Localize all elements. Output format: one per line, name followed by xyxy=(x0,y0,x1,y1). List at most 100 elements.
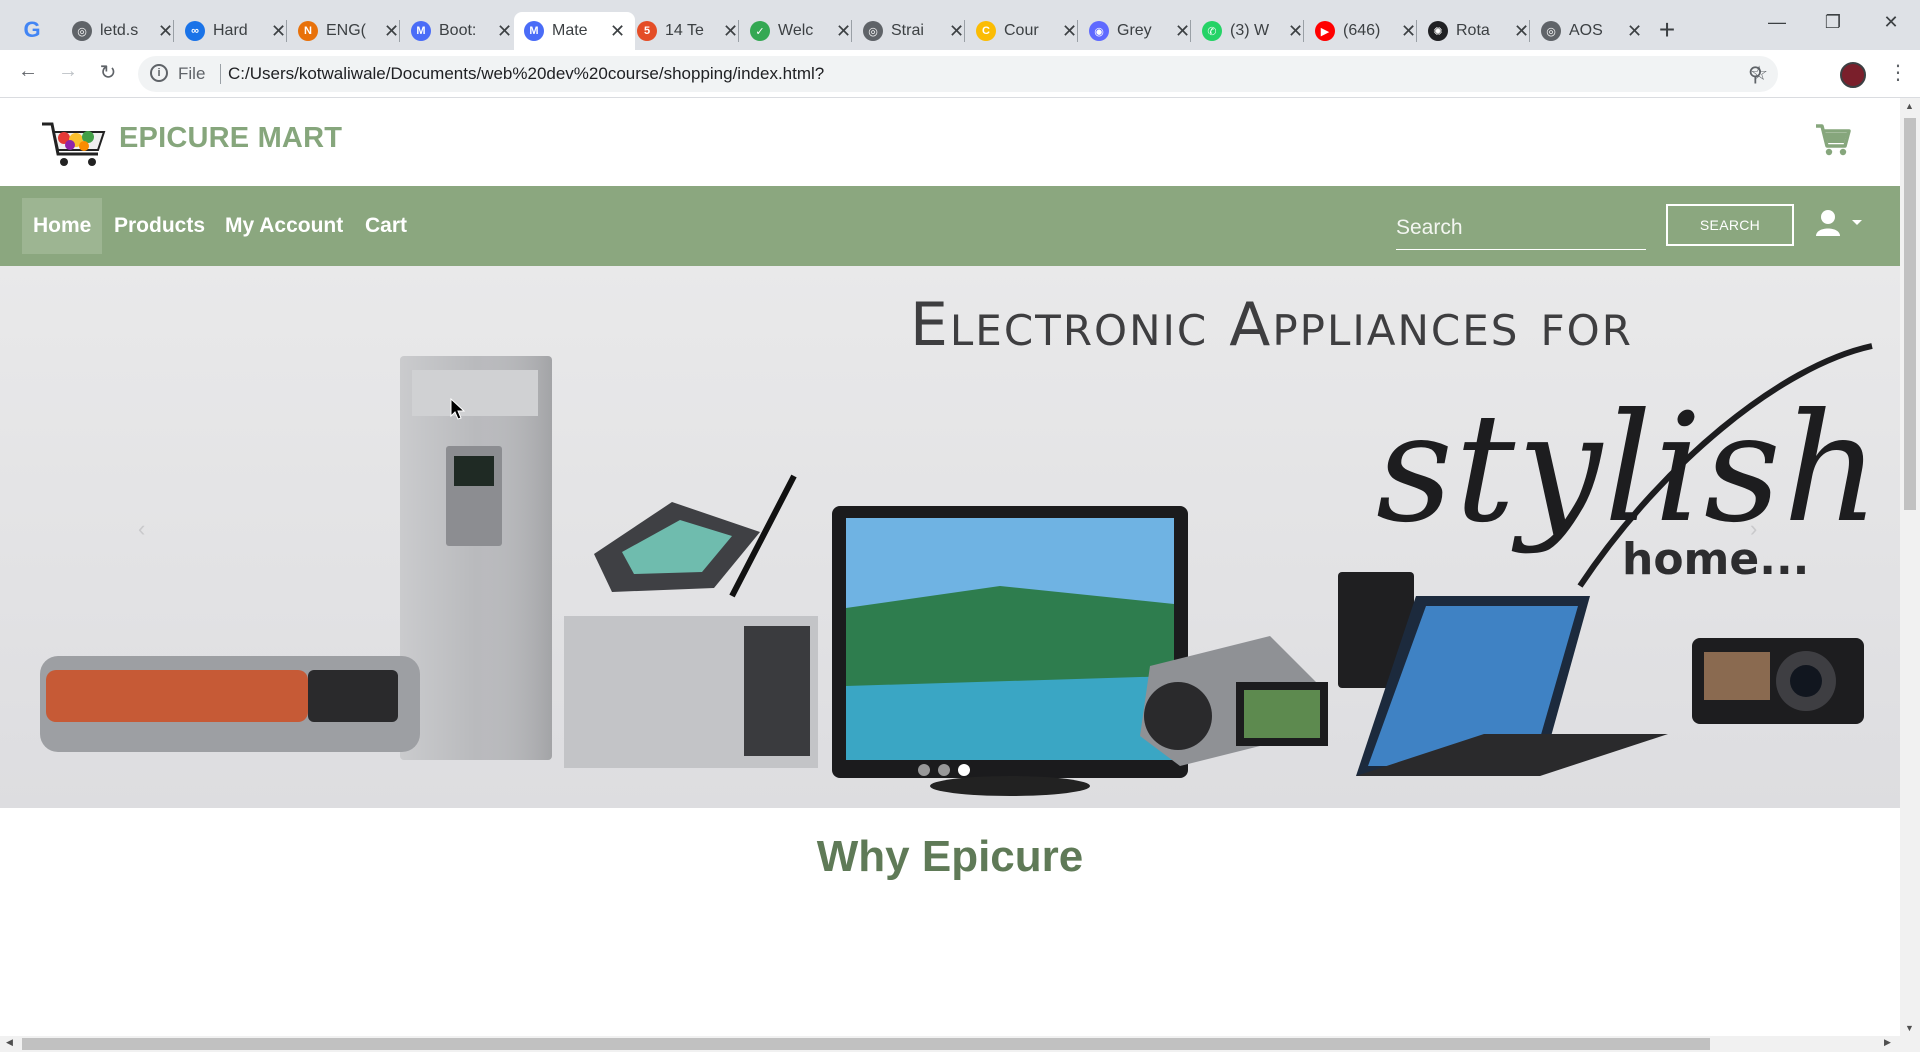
tab-close-icon[interactable]: ✕ xyxy=(1175,21,1190,42)
tab-favicon-icon: ✆ xyxy=(1202,21,1222,41)
new-tab-button[interactable]: + xyxy=(1650,14,1684,48)
epicure-mart-logo[interactable] xyxy=(40,118,110,168)
bookmark-star-icon[interactable]: ☆ xyxy=(1750,61,1768,86)
browser-tab[interactable]: M Mate ✕ xyxy=(514,12,636,50)
url-text[interactable]: C:/Users/kotwaliwale/Documents/web%20dev… xyxy=(228,64,824,84)
tab-favicon-icon: ◎ xyxy=(1541,21,1561,41)
tab-close-icon[interactable]: ✕ xyxy=(836,21,851,42)
restore-icon[interactable]: ❐ xyxy=(1818,12,1848,33)
tab-title: Grey xyxy=(1117,22,1152,39)
browser-tab[interactable]: ◎ AOS ✕ xyxy=(1531,12,1652,50)
tab-favicon-icon: ▶ xyxy=(1315,21,1335,41)
browser-tab[interactable]: ◎ letd.s ✕ xyxy=(62,12,183,50)
tab-title: ENG( xyxy=(326,22,366,39)
tab-close-icon[interactable]: ✕ xyxy=(384,21,399,42)
tab-separator xyxy=(399,20,400,42)
hero-headline: Electronic Appliances for xyxy=(910,290,1633,360)
tab-favicon-icon: ◎ xyxy=(72,21,92,41)
carousel-indicators xyxy=(918,764,970,776)
browser-tab[interactable]: ◉ Grey ✕ xyxy=(1079,12,1200,50)
back-icon[interactable]: ← xyxy=(14,60,42,83)
carousel-prev-icon[interactable]: ‹ xyxy=(138,516,145,542)
search-field xyxy=(1396,206,1646,250)
forward-icon[interactable]: → xyxy=(54,60,82,83)
tab-close-icon[interactable]: ✕ xyxy=(1288,21,1303,42)
tab-close-icon[interactable]: ✕ xyxy=(1062,21,1077,42)
mouse-cursor-icon xyxy=(450,398,466,420)
carousel-next-icon[interactable]: › xyxy=(1750,516,1757,542)
carousel-indicator[interactable] xyxy=(918,764,930,776)
tab-close-icon[interactable]: ✕ xyxy=(271,21,286,42)
vertical-scrollbar[interactable]: ▲ ▼ xyxy=(1900,98,1920,1036)
hero-carousel: Electronic Appliances for stylish home..… xyxy=(0,266,1900,808)
tab-title: Cour xyxy=(1004,22,1039,39)
tab-close-icon[interactable]: ✕ xyxy=(723,21,738,42)
tab-close-icon[interactable]: ✕ xyxy=(1627,21,1642,42)
tab-separator xyxy=(1303,20,1304,42)
why-epicure-heading: Why Epicure xyxy=(816,832,1084,881)
browser-menu-icon[interactable]: ⋮ xyxy=(1888,60,1908,85)
reload-icon[interactable]: ↻ xyxy=(94,60,122,85)
tab-favicon-icon: C xyxy=(976,21,996,41)
carousel-indicator[interactable] xyxy=(958,764,970,776)
browser-tab-strip: G ◎ letd.s ✕ ∞ Hard ✕ N ENG(✕ M Boot: ✕ M Mate ✕ 5 14 T… xyxy=(0,0,1920,50)
horizontal-scrollbar[interactable]: ◀ ▶ xyxy=(0,1036,1920,1052)
search-button[interactable]: SEARCH xyxy=(1666,204,1794,246)
nav-home[interactable]: Home xyxy=(22,198,103,254)
tab-separator xyxy=(1529,20,1530,42)
tab-favicon-icon: ◎ xyxy=(863,21,883,41)
carousel-indicator[interactable] xyxy=(938,764,950,776)
address-bar[interactable]: i File C:/Users/kotwaliwale/Documents/we… xyxy=(138,56,1778,92)
brand-name[interactable]: EPICURE MART xyxy=(119,122,342,155)
tab-separator xyxy=(738,20,739,42)
main-navbar: Home Products My Account Cart SEARCH xyxy=(0,186,1900,266)
browser-tab[interactable]: ∞ Hard ✕ xyxy=(175,12,296,50)
tab-favicon-icon: ✓ xyxy=(750,21,770,41)
google-icon[interactable]: G xyxy=(20,18,44,42)
profile-avatar[interactable] xyxy=(1840,62,1866,88)
page-viewport: EPICURE MART Home Products My Account Ca… xyxy=(0,98,1900,1036)
minimize-icon[interactable]: — xyxy=(1762,12,1792,33)
tab-close-icon[interactable]: ✕ xyxy=(1401,21,1416,42)
tab-separator xyxy=(1416,20,1417,42)
info-icon[interactable]: i xyxy=(150,64,168,82)
tab-title: letd.s xyxy=(100,22,139,39)
tab-separator xyxy=(1077,20,1078,42)
nav-cart[interactable]: Cart xyxy=(354,198,418,254)
tab-close-icon[interactable]: ✕ xyxy=(949,21,964,42)
browser-tab[interactable]: ✆ (3) W ✕ xyxy=(1192,12,1313,50)
browser-tab[interactable]: ◎ Strai ✕ xyxy=(853,12,974,50)
browser-tab[interactable]: N ENG(✕ xyxy=(288,12,409,50)
browser-toolbar: ← → ↻ i File C:/Users/kotwaliwale/Docume… xyxy=(0,50,1920,98)
close-window-icon[interactable]: ✕ xyxy=(1876,12,1906,33)
tab-title: (646) xyxy=(1343,22,1381,39)
nav-my-account[interactable]: My Account xyxy=(214,198,354,254)
user-dropdown[interactable] xyxy=(1814,208,1866,242)
tab-favicon-icon: 5 xyxy=(637,21,657,41)
tab-favicon-icon: ✺ xyxy=(1428,21,1448,41)
tab-separator xyxy=(286,20,287,42)
tab-favicon-icon: ∞ xyxy=(185,21,205,41)
cart-icon[interactable] xyxy=(1815,122,1851,158)
browser-tab[interactable]: ✺ Rota ✕ xyxy=(1418,12,1539,50)
tab-title: Mate xyxy=(552,22,588,39)
browser-tab[interactable]: M Boot: ✕ xyxy=(401,12,522,50)
tab-close-icon[interactable]: ✕ xyxy=(610,21,625,42)
tab-close-icon[interactable]: ✕ xyxy=(158,21,173,42)
browser-tab[interactable]: C Cour ✕ xyxy=(966,12,1087,50)
tab-title: Rota xyxy=(1456,22,1490,39)
tab-title: Hard xyxy=(213,22,248,39)
tab-separator xyxy=(851,20,852,42)
scheme-label: File xyxy=(178,64,206,83)
tab-close-icon[interactable]: ✕ xyxy=(1514,21,1529,42)
horizontal-scroll-thumb[interactable] xyxy=(22,1038,1710,1050)
nav-products[interactable]: Products xyxy=(103,198,216,254)
site-header: EPICURE MART xyxy=(0,98,1900,186)
divider xyxy=(220,64,221,84)
vertical-scroll-thumb[interactable] xyxy=(1904,118,1916,510)
search-input[interactable] xyxy=(1396,206,1646,249)
browser-tab[interactable]: ▶ (646) ✕ xyxy=(1305,12,1426,50)
browser-tab[interactable]: 5 14 Te ✕ xyxy=(627,12,748,50)
browser-tab[interactable]: ✓ Welc ✕ xyxy=(740,12,861,50)
tab-close-icon[interactable]: ✕ xyxy=(497,21,512,42)
